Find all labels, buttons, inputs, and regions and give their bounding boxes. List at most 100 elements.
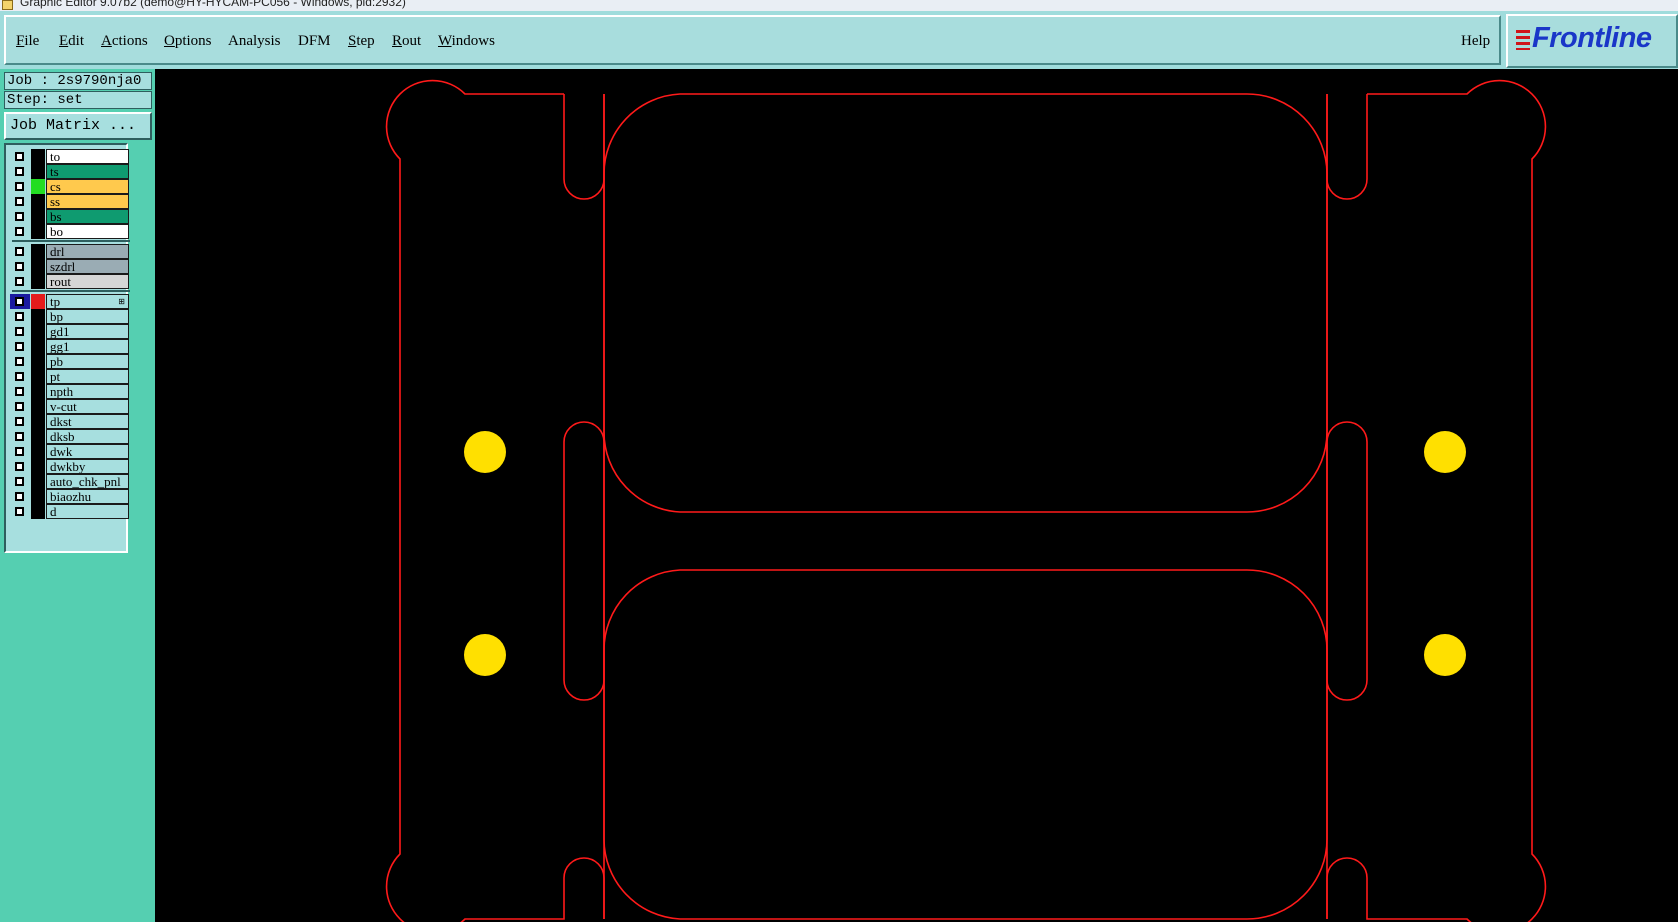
layer-checkbox[interactable] (15, 212, 24, 221)
layer-row-d[interactable]: d (10, 504, 129, 519)
layer-checkbox[interactable] (15, 447, 24, 456)
layer-name[interactable]: bp (46, 309, 129, 324)
job-matrix-button[interactable]: Job Matrix ... (4, 112, 152, 140)
layer-color-swatch[interactable] (31, 399, 45, 414)
layer-color-swatch[interactable] (31, 444, 45, 459)
layer-color-swatch[interactable] (31, 459, 45, 474)
menu-options[interactable]: Options (164, 33, 212, 50)
layer-checkbox[interactable] (15, 297, 24, 306)
layer-row-szdrl[interactable]: szdrl (10, 259, 129, 274)
layer-row-biaozhu[interactable]: biaozhu (10, 489, 129, 504)
layer-checkbox[interactable] (15, 262, 24, 271)
layer-row-dwk[interactable]: dwk (10, 444, 129, 459)
layer-checkbox[interactable] (15, 342, 24, 351)
layer-row-cs[interactable]: cs (10, 179, 129, 194)
layer-color-swatch[interactable] (31, 489, 45, 504)
layer-name[interactable]: to (46, 149, 129, 164)
layer-row-dwkby[interactable]: dwkby (10, 459, 129, 474)
layer-checkbox[interactable] (15, 227, 24, 236)
layer-color-swatch[interactable] (31, 369, 45, 384)
layer-name[interactable]: gd1 (46, 324, 129, 339)
layer-name[interactable]: tp ⊞ (46, 294, 129, 309)
layer-row-bo[interactable]: bo (10, 224, 129, 239)
layer-name[interactable]: dwk (46, 444, 129, 459)
layer-checkbox[interactable] (15, 387, 24, 396)
layer-checkbox[interactable] (15, 507, 24, 516)
layer-checkbox[interactable] (15, 152, 24, 161)
layer-color-swatch[interactable] (31, 194, 45, 209)
menu-help[interactable]: Help (1461, 33, 1490, 50)
layer-name[interactable]: auto_chk_pnl (46, 474, 129, 489)
layer-color-swatch[interactable] (31, 414, 45, 429)
layer-color-swatch[interactable] (31, 429, 45, 444)
layer-color-swatch[interactable] (31, 294, 45, 309)
menu-windows[interactable]: Windows (438, 33, 495, 50)
layer-name[interactable]: dksb (46, 429, 129, 444)
layer-checkbox[interactable] (15, 492, 24, 501)
layer-color-swatch[interactable] (31, 244, 45, 259)
layer-color-swatch[interactable] (31, 324, 45, 339)
layer-row-v-cut[interactable]: v-cut (10, 399, 129, 414)
menu-dfm[interactable]: DFM (298, 33, 331, 50)
layer-color-swatch[interactable] (31, 384, 45, 399)
layer-name[interactable]: v-cut (46, 399, 129, 414)
layer-row-dkst[interactable]: dkst (10, 414, 129, 429)
layer-name[interactable]: ss (46, 194, 129, 209)
layer-checkbox[interactable] (15, 372, 24, 381)
layer-row-bs[interactable]: bs (10, 209, 129, 224)
layer-name[interactable]: npth (46, 384, 129, 399)
layer-color-swatch[interactable] (31, 474, 45, 489)
layer-checkbox[interactable] (15, 402, 24, 411)
layer-name[interactable]: ts (46, 164, 129, 179)
layer-row-to[interactable]: to (10, 149, 129, 164)
layer-checkbox[interactable] (15, 182, 24, 191)
layer-row-pt[interactable]: pt (10, 369, 129, 384)
menu-step[interactable]: Step (348, 33, 375, 50)
layer-checkbox[interactable] (15, 462, 24, 471)
layer-row-tp[interactable]: tp ⊞ (10, 294, 129, 309)
menu-file[interactable]: File (16, 33, 39, 50)
layer-name[interactable]: gg1 (46, 339, 129, 354)
layer-row-ts[interactable]: ts (10, 164, 129, 179)
layer-checkbox[interactable] (15, 312, 24, 321)
layer-color-swatch[interactable] (31, 339, 45, 354)
layer-checkbox[interactable] (15, 277, 24, 286)
layer-color-swatch[interactable] (31, 504, 45, 519)
layer-color-swatch[interactable] (31, 224, 45, 239)
layer-row-npth[interactable]: npth (10, 384, 129, 399)
layer-checkbox[interactable] (15, 417, 24, 426)
layer-name[interactable]: bo (46, 224, 129, 239)
layer-name[interactable]: bs (46, 209, 129, 224)
layer-name[interactable]: rout (46, 274, 129, 289)
menu-analysis[interactable]: Analysis (228, 33, 281, 50)
menu-edit[interactable]: Edit (59, 33, 84, 50)
layer-name[interactable]: biaozhu (46, 489, 129, 504)
layer-row-gg1[interactable]: gg1 (10, 339, 129, 354)
layer-checkbox[interactable] (15, 477, 24, 486)
layer-color-swatch[interactable] (31, 209, 45, 224)
layer-name[interactable]: dkst (46, 414, 129, 429)
layer-checkbox[interactable] (15, 357, 24, 366)
layer-row-auto_chk_pnl[interactable]: auto_chk_pnl (10, 474, 129, 489)
layer-color-swatch[interactable] (31, 164, 45, 179)
layer-color-swatch[interactable] (31, 354, 45, 369)
layer-name[interactable]: d (46, 504, 129, 519)
layer-row-rout[interactable]: rout (10, 274, 129, 289)
layer-checkbox[interactable] (15, 327, 24, 336)
menu-rout[interactable]: Rout (392, 33, 421, 50)
layer-color-swatch[interactable] (31, 309, 45, 324)
layer-name[interactable]: dwkby (46, 459, 129, 474)
layer-row-pb[interactable]: pb (10, 354, 129, 369)
menu-actions[interactable]: Actions (101, 33, 148, 50)
layer-color-swatch[interactable] (31, 274, 45, 289)
graphic-canvas[interactable] (155, 69, 1678, 922)
layer-row-bp[interactable]: bp (10, 309, 129, 324)
layer-checkbox[interactable] (15, 197, 24, 206)
layer-checkbox[interactable] (15, 432, 24, 441)
layer-color-swatch[interactable] (31, 179, 45, 194)
layer-name[interactable]: drl (46, 244, 129, 259)
layer-checkbox[interactable] (15, 247, 24, 256)
layer-color-swatch[interactable] (31, 149, 45, 164)
layer-row-dksb[interactable]: dksb (10, 429, 129, 444)
layer-row-gd1[interactable]: gd1 (10, 324, 129, 339)
